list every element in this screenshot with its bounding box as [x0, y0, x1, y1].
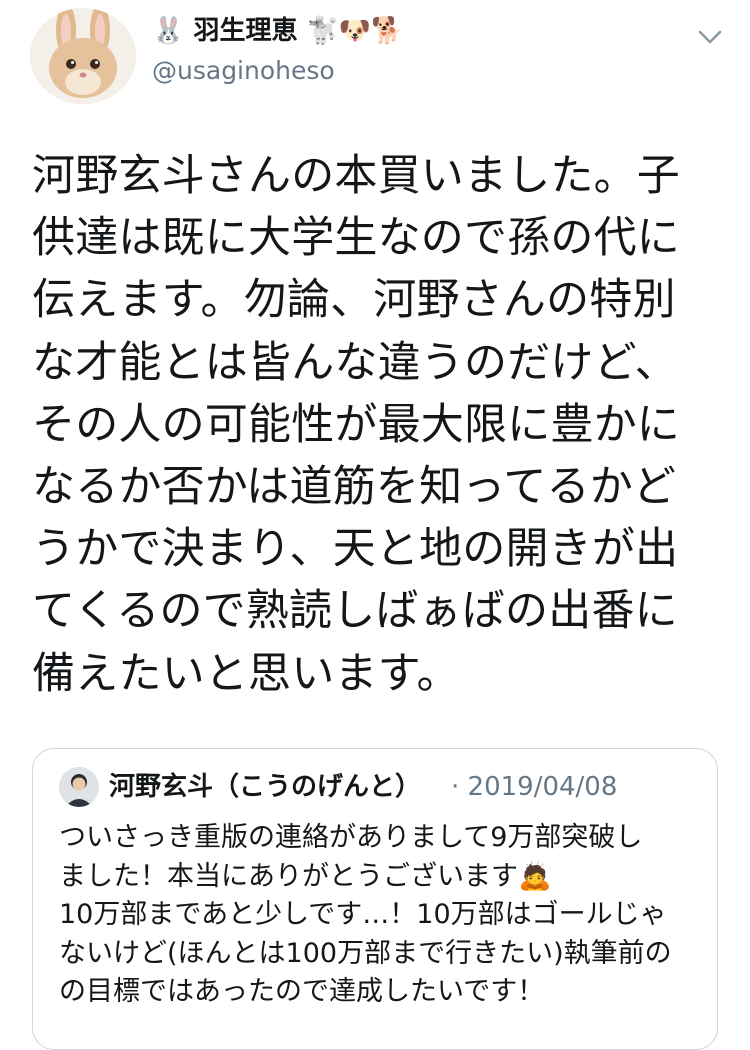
quoted-tweet-text: ついさっき重版の連絡がありまして9万部突破し ました！本当にありがとうございます…	[59, 822, 672, 1007]
author-avatar[interactable]	[30, 8, 136, 104]
person-avatar-icon	[59, 767, 99, 807]
tweet-text: 河野玄斗さんの本買いました。子 供達は既に大学生なので孫の代に 伝えます。勿論、…	[32, 151, 680, 699]
quoted-author-avatar[interactable]	[59, 767, 99, 807]
quoted-tweet-card[interactable]: 河野玄斗（こうのげんと） · 2019/04/08 ついさっき重版の連絡がありま…	[32, 748, 718, 1050]
author-name[interactable]: 🐰 羽生理恵 🐩🐶🐕	[152, 14, 404, 48]
author-handle[interactable]: @usaginoheso	[152, 54, 335, 88]
rabbit-avatar-icon	[30, 8, 136, 104]
chevron-down-icon[interactable]	[694, 26, 726, 48]
rabbit-emoji-icon: 🐰	[152, 16, 185, 46]
author-display-name: 羽生理恵	[193, 16, 298, 46]
dog-emoji-icons: 🐩🐶🐕	[306, 16, 404, 46]
quoted-tweet-date[interactable]: · 2019/04/08	[451, 769, 617, 805]
quoted-author-name[interactable]: 河野玄斗（こうのげんと）	[109, 769, 421, 805]
